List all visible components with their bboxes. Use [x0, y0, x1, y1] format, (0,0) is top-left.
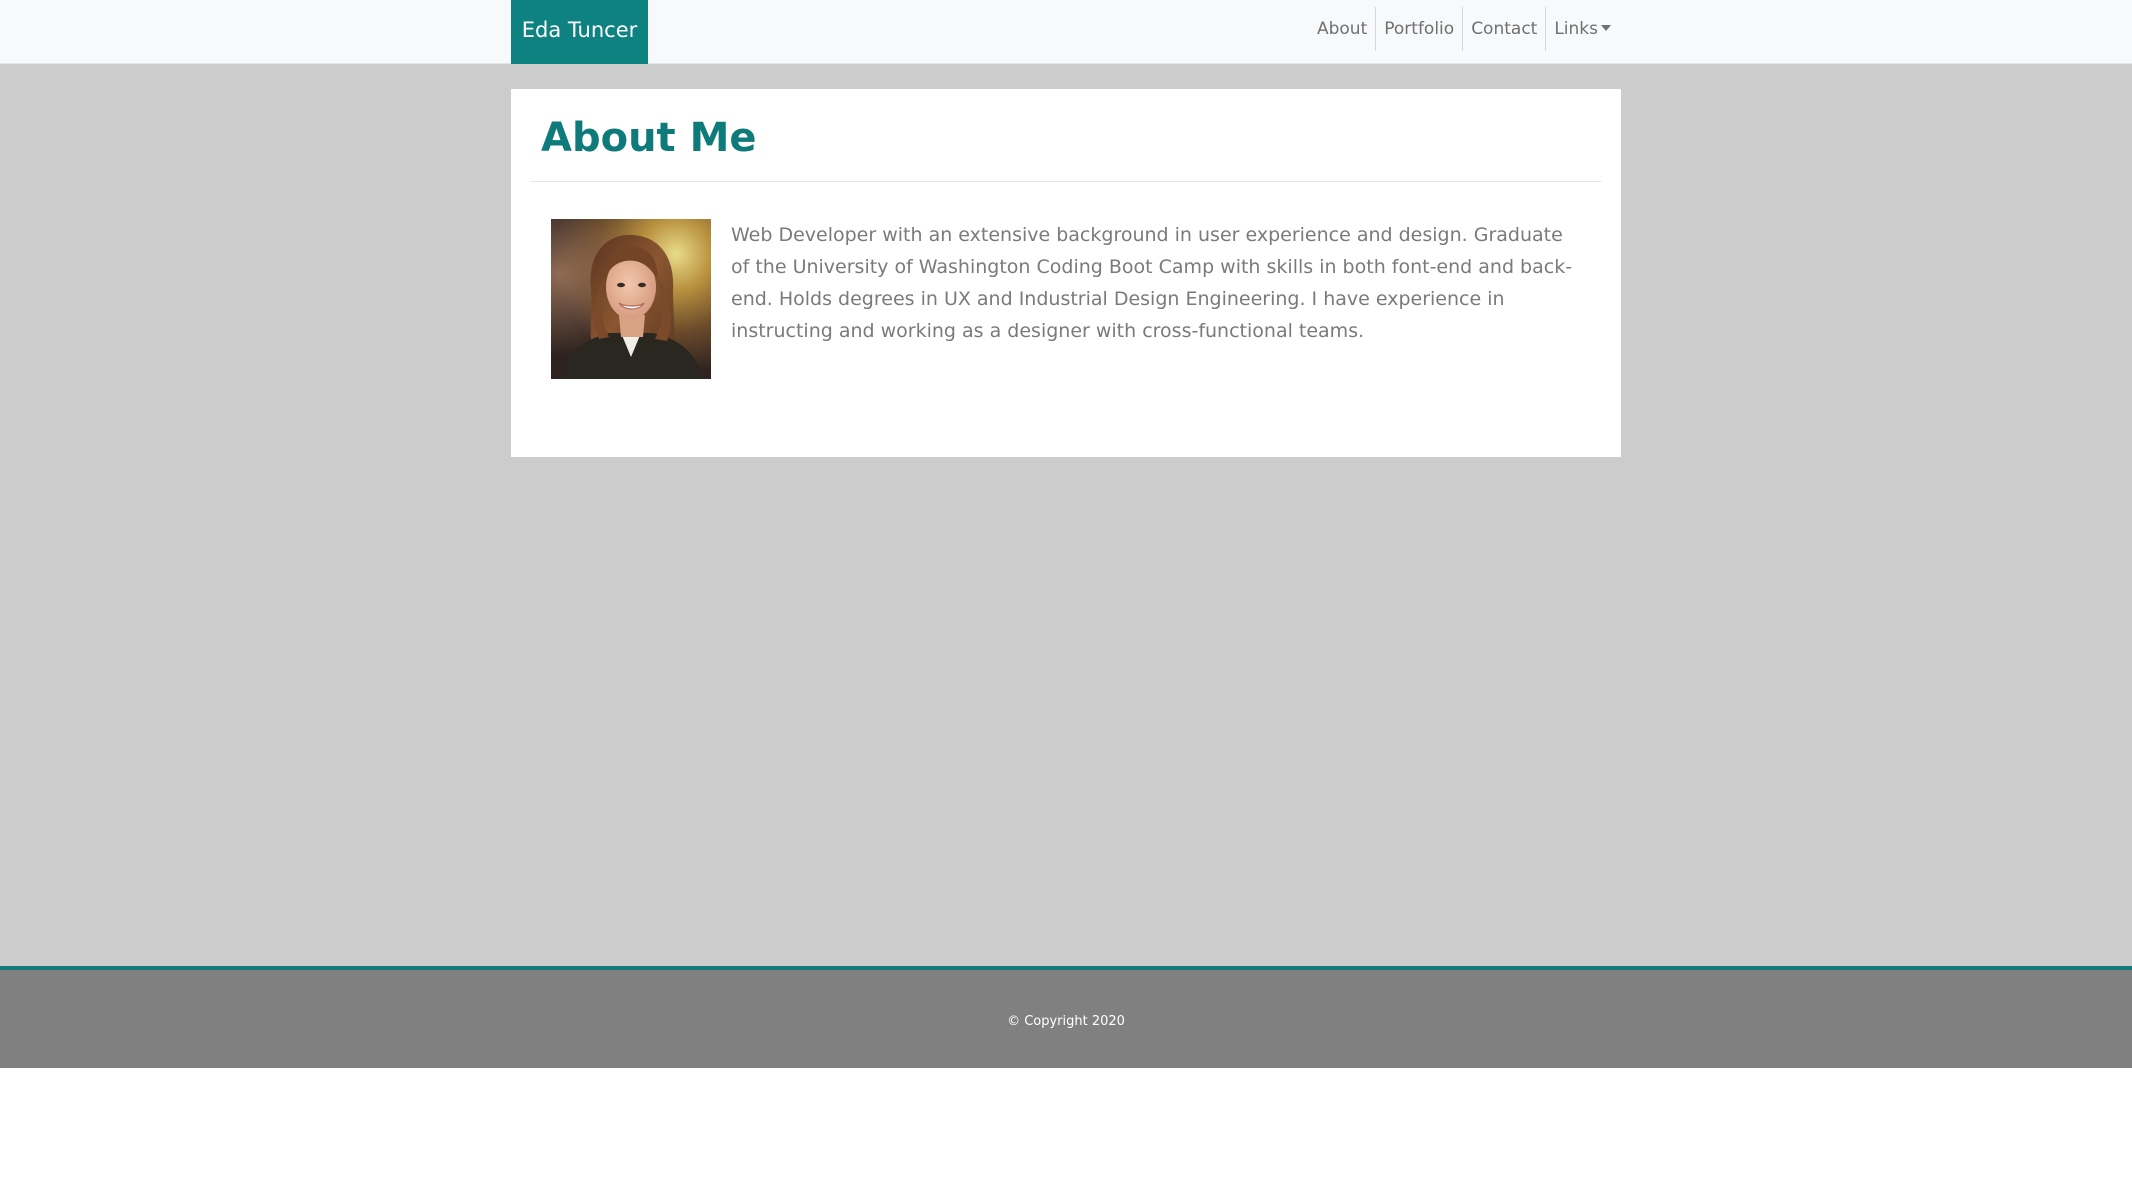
brand-link[interactable]: Eda Tuncer [511, 0, 648, 64]
title-divider [530, 181, 1601, 182]
footer: © Copyright 2020 [0, 966, 2132, 1068]
page: Eda Tuncer About Portfolio Contact Links… [0, 0, 2132, 1200]
main-content: About Me Web Developer with an extensive… [0, 64, 2132, 966]
nav-dropdown-links[interactable]: Links [1545, 7, 1619, 51]
profile-photo [551, 219, 711, 379]
caret-down-icon [1601, 24, 1611, 31]
copyright-text: © Copyright 2020 [1007, 1014, 1125, 1029]
nav-link-portfolio[interactable]: Portfolio [1375, 7, 1462, 51]
page-bottom-area [0, 1068, 2132, 1200]
navbar: Eda Tuncer About Portfolio Contact Links [0, 0, 2132, 64]
page-title: About Me [541, 115, 757, 161]
nav-links: About Portfolio Contact Links [1309, 7, 1619, 51]
nav-link-about[interactable]: About [1309, 7, 1375, 51]
nav-link-contact[interactable]: Contact [1462, 7, 1545, 51]
nav-dropdown-label: Links [1554, 19, 1598, 39]
bio-text: Web Developer with an extensive backgrou… [731, 224, 1573, 342]
about-card: About Me Web Developer with an extensive… [511, 89, 1621, 457]
